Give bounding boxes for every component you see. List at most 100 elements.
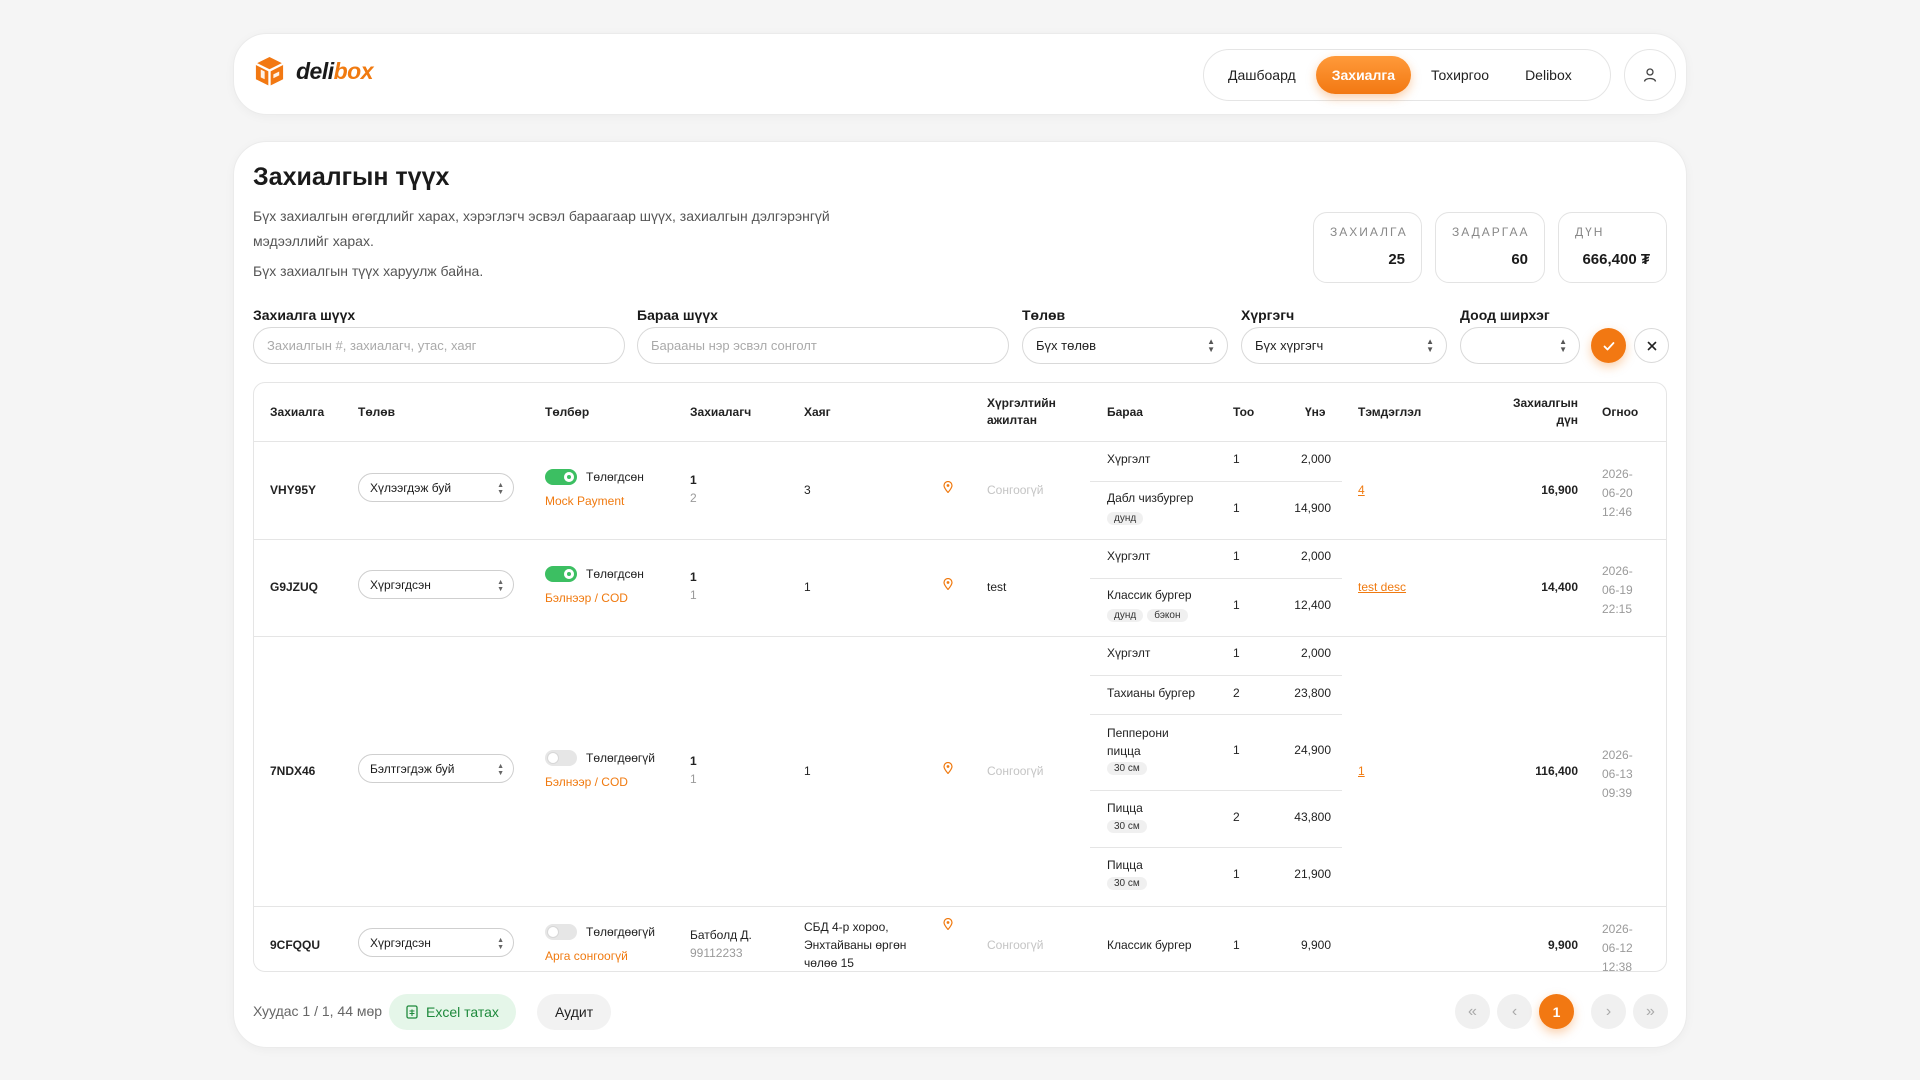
item-price: 23,800: [1294, 686, 1331, 700]
column-header-payment[interactable]: Төлбөр: [545, 383, 589, 441]
prev-page-button[interactable]: ‹: [1497, 994, 1532, 1029]
paid-toggle[interactable]: [545, 750, 577, 766]
audit-button[interactable]: Аудит: [537, 994, 612, 1030]
item-name: Пицца: [1107, 858, 1143, 872]
item-price: 2,000: [1300, 549, 1331, 563]
last-page-button[interactable]: »: [1633, 994, 1668, 1029]
status-filter-select[interactable]: Бүх төлөв ▲ ▼: [1022, 327, 1228, 364]
stat-amount: ДҮН 666,400 ₮: [1558, 212, 1667, 283]
nav-item-settings[interactable]: Тохиргоо: [1415, 56, 1505, 94]
column-header-note[interactable]: Тэмдэглэл: [1358, 383, 1421, 441]
order-id[interactable]: 9CFQQU: [270, 938, 320, 952]
location-pin-icon[interactable]: [943, 762, 953, 774]
first-page-button[interactable]: «: [1455, 994, 1490, 1029]
order-status-select[interactable]: Хүргэгдсэн ▲ ▼: [358, 570, 514, 599]
order-id[interactable]: G9JZUQ: [270, 580, 318, 594]
courier-name[interactable]: Сонгоогүй: [987, 483, 1044, 497]
address-text: СБД 4-р хороо, Энхтайваны өргөн чөлөө 15: [804, 920, 907, 970]
order-status-select[interactable]: Бэлтгэгдэж буй ▲ ▼: [358, 754, 514, 783]
item-name: Дабл чизбургер: [1107, 491, 1194, 505]
item-qty: 1: [1233, 501, 1240, 515]
page-number-button[interactable]: 1: [1539, 994, 1574, 1029]
user-icon: [1643, 68, 1657, 82]
item-price: 24,900: [1294, 743, 1331, 757]
item-tags: дунд бэкон: [1107, 607, 1192, 622]
location-pin-icon[interactable]: [943, 481, 953, 493]
column-header-customer[interactable]: Захиалагч: [690, 383, 751, 441]
apply-filter-button[interactable]: [1591, 328, 1626, 363]
column-header-courier[interactable]: Хүргэлтийн ажилтан: [987, 383, 1077, 441]
item-qty: 1: [1233, 938, 1240, 952]
item-tag: 30 см: [1107, 820, 1147, 833]
paid-toggle[interactable]: [545, 924, 577, 940]
nav-item-delibox[interactable]: Delibox: [1509, 56, 1588, 94]
min-count-input[interactable]: ▲ ▼: [1460, 327, 1580, 364]
payment-method: Арга сонгоогүй: [545, 949, 628, 963]
courier-name[interactable]: Сонгоогүй: [987, 938, 1044, 952]
select-arrows-icon: ▲ ▼: [1207, 337, 1215, 354]
order-total: 9,900: [1547, 938, 1578, 952]
item-qty: 1: [1233, 598, 1240, 612]
address-text: 3: [804, 483, 811, 497]
customer-phone: 1: [690, 588, 697, 602]
item-price: 2,000: [1300, 452, 1331, 466]
item-tag: 30 см: [1107, 762, 1147, 775]
item-tags: 30 см: [1107, 760, 1151, 775]
item-name: Классик бургер: [1107, 588, 1192, 602]
user-menu-button[interactable]: [1624, 49, 1676, 101]
item-price: 43,800: [1294, 810, 1331, 824]
column-header-qty[interactable]: Тоо: [1233, 383, 1254, 441]
brand-name: delibox: [296, 58, 374, 84]
next-page-button[interactable]: ›: [1591, 994, 1626, 1029]
column-header-total[interactable]: Захиалгын дүн: [1498, 383, 1578, 441]
clear-filter-button[interactable]: [1634, 328, 1669, 363]
order-status-select[interactable]: Хүлээгдэж буй ▲ ▼: [358, 473, 514, 502]
excel-export-button[interactable]: Excel татах: [389, 994, 516, 1030]
order-search-label: Захиалга шүүх: [253, 307, 356, 323]
check-icon: [1603, 341, 1614, 350]
order-id[interactable]: VHY95Y: [270, 483, 316, 497]
order-status-select[interactable]: Хүргэгдсэн ▲ ▼: [358, 928, 514, 957]
courier-filter-select[interactable]: Бүх хүргэгч ▲ ▼: [1241, 327, 1447, 364]
column-header-address[interactable]: Хаяг: [804, 383, 831, 441]
stat-orders: ЗАХИАЛГА 25: [1313, 212, 1422, 283]
payment-method: Mock Payment: [545, 494, 625, 508]
orders-table: Захиалга Төлөв Төлбөр Захиалагч Хаяг Хүр…: [253, 382, 1667, 972]
customer-name: 1: [690, 754, 697, 768]
brand-logo[interactable]: delibox: [253, 55, 374, 88]
courier-filter-label: Хүргэгч: [1241, 307, 1295, 323]
item-name: Пицца: [1107, 801, 1143, 815]
paid-toggle[interactable]: [545, 566, 577, 582]
item-tag: дунд: [1107, 512, 1144, 525]
order-id[interactable]: 7NDX46: [270, 764, 315, 778]
column-header-date[interactable]: Огноо: [1602, 383, 1638, 441]
item-tags: 30 см: [1107, 875, 1151, 890]
close-icon: [1647, 341, 1656, 350]
item-name: Хүргэлт: [1107, 549, 1151, 563]
column-header-status[interactable]: Төлөв: [358, 383, 395, 441]
nav-item-orders[interactable]: Захиалга: [1315, 56, 1411, 94]
column-header-product[interactable]: Бараа: [1107, 383, 1143, 441]
nav-item-dashboard[interactable]: Дашбоард: [1212, 56, 1312, 94]
item-tag: бэкон: [1147, 609, 1188, 622]
courier-name[interactable]: test: [987, 580, 1006, 594]
product-search-input[interactable]: Барааны нэр эсвэл сонголт: [637, 327, 1009, 364]
status-filter-label: Төлөв: [1022, 307, 1066, 323]
item-name: Классик бургер: [1107, 938, 1192, 952]
courier-name[interactable]: Сонгоогүй: [987, 764, 1044, 778]
order-search-input[interactable]: Захиалгын #, захиалагч, утас, хаяг: [253, 327, 625, 364]
column-header-price[interactable]: Үнэ: [1305, 383, 1326, 441]
item-price: 21,900: [1294, 867, 1331, 881]
note-link[interactable]: 4: [1358, 483, 1365, 497]
note-link[interactable]: test desc: [1358, 580, 1406, 594]
item-tag: дунд: [1107, 609, 1144, 622]
location-pin-icon[interactable]: [943, 578, 953, 590]
paid-label: Төлөгдөөгүй: [586, 925, 655, 939]
item-name: Хүргэлт: [1107, 646, 1151, 660]
location-pin-icon[interactable]: [943, 918, 953, 930]
paid-toggle[interactable]: [545, 469, 577, 485]
page-title: Захиалгын түүх: [253, 163, 450, 191]
note-link[interactable]: 1: [1358, 764, 1365, 778]
customer-name: 1: [690, 473, 697, 487]
column-header-order[interactable]: Захиалга: [270, 383, 324, 441]
